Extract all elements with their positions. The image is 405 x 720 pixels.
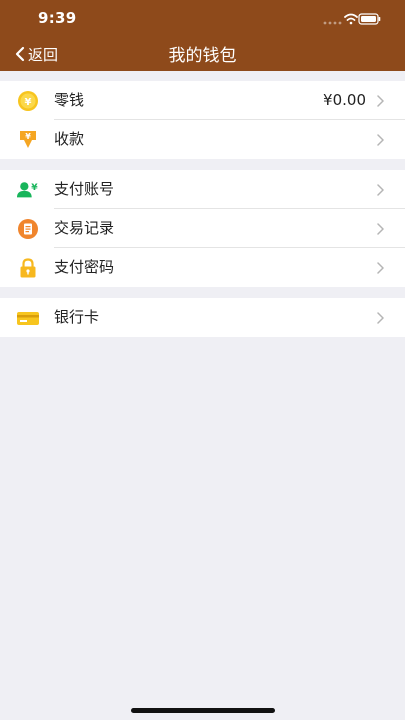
row-payment-account[interactable]: ¥ 支付账号 <box>0 170 405 209</box>
status-time: 9:39 <box>38 9 77 27</box>
chevron-right-icon <box>377 184 384 196</box>
row-change[interactable]: ¥ 零钱 ¥0.00 <box>0 81 405 120</box>
row-label: 支付密码 <box>54 258 115 276</box>
row-bank-card[interactable]: 银行卡 <box>0 298 405 337</box>
chevron-right-icon <box>377 223 384 235</box>
svg-text:¥: ¥ <box>25 132 31 141</box>
battery-icon <box>358 13 381 25</box>
status-bar: 9:39 <box>0 0 405 36</box>
svg-text:¥: ¥ <box>25 97 32 108</box>
header: 9:39 返回 我的钱包 <box>0 0 405 71</box>
bank-card-icon <box>17 307 39 329</box>
row-label: 交易记录 <box>54 219 115 237</box>
status-indicators <box>323 11 381 25</box>
row-label: 收款 <box>54 130 85 148</box>
payment-account-icon: ¥ <box>17 179 39 201</box>
lock-icon <box>17 257 39 279</box>
row-transaction-record[interactable]: 交易记录 <box>0 209 405 248</box>
row-label: 零钱 <box>54 91 85 109</box>
chevron-right-icon <box>377 134 384 146</box>
row-payment-password[interactable]: 支付密码 <box>0 248 405 287</box>
page-title: 我的钱包 <box>168 46 237 66</box>
transaction-record-icon <box>17 218 39 240</box>
payment-settings-group: ¥ 支付账号 交易记录 支付密码 <box>0 170 405 287</box>
wifi-icon <box>344 13 358 25</box>
home-indicator <box>131 708 275 713</box>
nav-bar: 返回 我的钱包 <box>0 36 405 71</box>
balance-value: ¥0.00 <box>323 91 366 109</box>
row-receive[interactable]: ¥ 收款 <box>0 120 405 159</box>
chevron-right-icon <box>377 95 384 107</box>
wallet-balance-group: ¥ 零钱 ¥0.00 ¥ 收款 <box>0 81 405 159</box>
bank-card-group: 银行卡 <box>0 298 405 337</box>
row-label: 支付账号 <box>54 180 115 198</box>
svg-text:¥: ¥ <box>31 182 38 193</box>
coin-icon: ¥ <box>17 90 39 112</box>
chevron-right-icon <box>377 312 384 324</box>
row-label: 银行卡 <box>54 308 100 326</box>
signal-icon <box>323 21 342 25</box>
chevron-right-icon <box>377 262 384 274</box>
receive-money-icon: ¥ <box>17 129 39 151</box>
